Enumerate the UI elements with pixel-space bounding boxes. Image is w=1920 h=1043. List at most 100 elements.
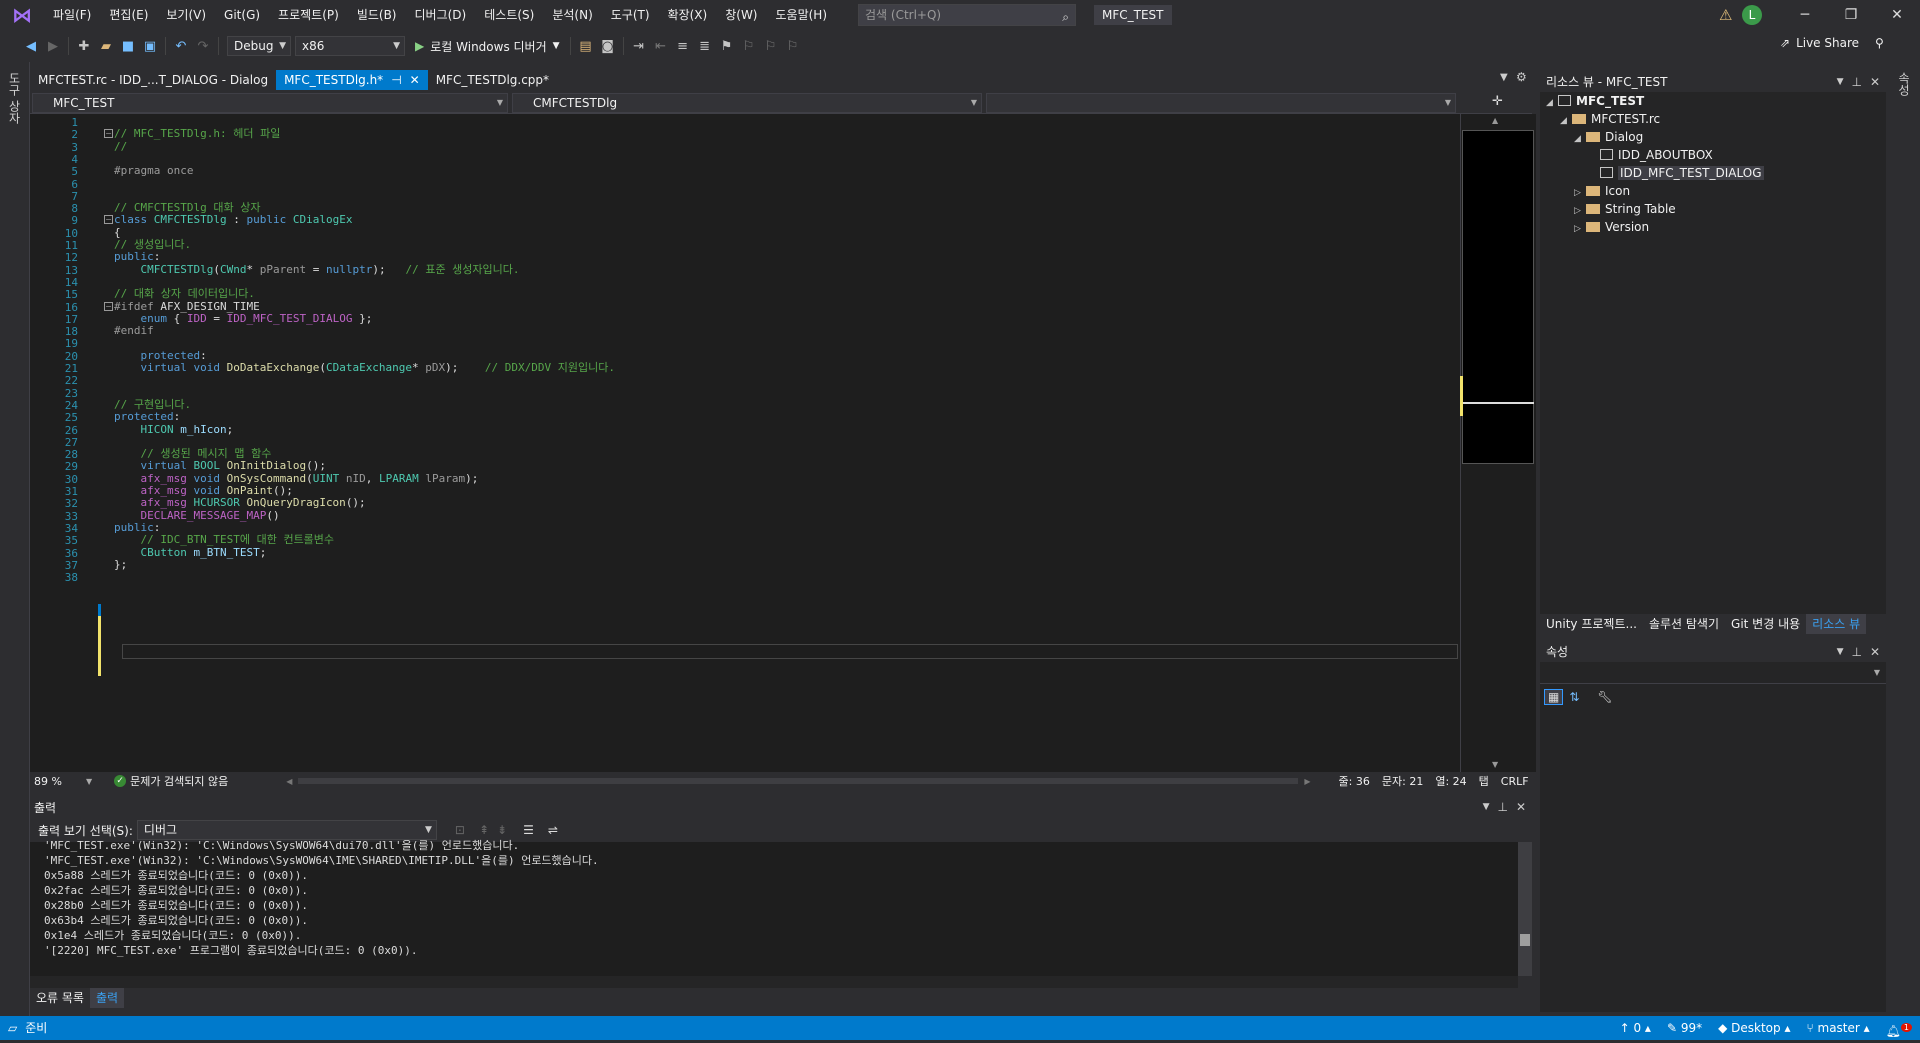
open-folder-icon[interactable]: ▰ [95,34,117,58]
h-scroll-left-icon[interactable]: ◀ [286,777,292,786]
h-scrollbar[interactable] [298,778,1299,784]
live-share-button[interactable]: ⇗ Live Share ⚲ [1780,36,1884,50]
pane-tab-1[interactable]: 솔루션 탐색기 [1643,614,1725,634]
code-line[interactable]: }; [114,557,127,572]
tree-node-version[interactable]: ▷ Version [1574,218,1649,236]
output-scroll-thumb[interactable] [1520,934,1530,946]
chevron-down-icon[interactable]: ▼ [1483,802,1490,812]
forward-icon[interactable]: ▶ [42,34,64,58]
tree-node-icon[interactable]: ▷ Icon [1574,182,1630,200]
output-source-select[interactable]: 디버그 ▼ [136,820,437,840]
outdent-icon[interactable]: ⇤ [650,34,672,58]
pin-icon[interactable]: ⊥ [1851,642,1861,662]
uncomment-icon[interactable]: ≣ [694,34,716,58]
feedback-icon[interactable]: ⚲ [1875,36,1884,50]
menu-item-12[interactable]: 도움말(H) [767,0,837,30]
tree-node-rc[interactable]: ◢ MFCTEST.rc [1560,110,1660,128]
save-all-icon[interactable]: ▣ [139,34,161,58]
start-debugging-button[interactable]: ▶ 로컬 Windows 디버거 ▼ [415,35,560,57]
next-bookmark-icon[interactable]: ⚐ [760,34,782,58]
tree-node-dialog[interactable]: ◢ Dialog [1574,128,1643,146]
property-pages-icon[interactable]: 🔧︎ [1597,690,1612,704]
expanded-icon[interactable]: ◢ [1546,94,1558,112]
output-text[interactable]: 'MFC_TEST.exe'(Win32): 'C:\Windows\SysWO… [30,839,1532,976]
clear-all-icon[interactable]: ☰ [523,823,534,837]
prev-message-icon[interactable]: ⇞ [479,823,489,837]
alphabetical-icon[interactable]: ⇅ [1569,690,1579,704]
pin-icon[interactable]: ⊥ [1851,72,1861,92]
new-project-icon[interactable]: ✚ [73,34,95,58]
tab-2[interactable]: MFC_TESTDlg.cpp* [428,70,557,90]
avatar[interactable]: L [1742,5,1762,25]
code-line[interactable]: virtual void DoDataExchange(CDataExchang… [114,360,616,375]
tab-0[interactable]: MFCTEST.rc - IDD_...T_DIALOG - Dialog [30,70,276,90]
pane-tab-0[interactable]: Unity 프로젝트... [1540,614,1643,634]
publish-indicator[interactable]: ↑ 0 ▴ [1612,1016,1659,1040]
prev-bookmark-icon[interactable]: ⚐ [738,34,760,58]
menu-item-6[interactable]: 디버그(D) [406,0,476,30]
code-line[interactable]: // [114,139,127,154]
class-scope-select[interactable]: CMFCTESTDlg ▼ [512,93,982,113]
close-icon[interactable]: ✕ [410,73,420,87]
pin-icon[interactable]: ⊣ [391,73,401,87]
platform-select[interactable]: x86 ▼ [295,36,405,56]
expanded-icon[interactable]: ◢ [1560,112,1572,130]
close-icon[interactable]: ✕ [1870,72,1880,92]
tree-node-root[interactable]: ◢ MFC_TEST [1546,92,1644,110]
chevron-down-icon[interactable]: ▼ [1837,642,1844,662]
tree-node-aboutbox[interactable]: IDD_ABOUTBOX [1600,146,1713,164]
find-message-icon[interactable]: ⊡ [455,823,465,837]
notifications-icon[interactable]: 🔔︎ 1 [1878,1016,1920,1040]
browse-icon[interactable]: ▤ [575,34,597,58]
close-icon[interactable]: ✕ [1870,642,1880,662]
properties-side-tab[interactable]: 속성 [1896,72,1913,96]
tab-1[interactable]: MFC_TESTDlg.h* ⊣ ✕ [276,70,428,90]
close-icon[interactable]: ✕ [1516,800,1526,814]
menu-item-11[interactable]: 창(W) [716,0,766,30]
pending-changes-indicator[interactable]: ✎ 99* [1659,1016,1710,1040]
h-scroll-right-icon[interactable]: ▶ [1304,777,1310,786]
fold-collapse-icon[interactable]: − [104,215,113,225]
save-icon[interactable]: ■ [117,34,139,58]
bookmark-icon[interactable]: ⚑ [716,34,738,58]
menu-item-7[interactable]: 테스트(S) [475,0,543,30]
close-icon[interactable]: ✕ [1874,0,1920,30]
gear-icon[interactable]: ⚙ [1516,70,1527,84]
fold-collapse-icon[interactable]: − [104,129,113,139]
zoom-level[interactable]: 89 % [34,775,78,788]
code-line[interactable]: class CMFCTESTDlg : public CDialogEx [114,212,352,227]
menu-item-5[interactable]: 빌드(B) [348,0,406,30]
redo-icon[interactable]: ↷ [192,34,214,58]
back-icon[interactable]: ◀ [20,34,42,58]
categorized-icon[interactable]: ▦ [1544,689,1564,705]
tab-indicator[interactable]: 탭 [1479,773,1489,789]
tab-dropdown-icon[interactable]: ▼ [1500,72,1508,83]
eol-indicator[interactable]: CRLF [1501,775,1529,788]
clear-bookmarks-icon[interactable]: ⚐ [782,34,804,58]
menu-item-3[interactable]: Git(G) [215,0,269,30]
code-line[interactable]: #endif [114,323,154,338]
pane-tab-2[interactable]: Git 변경 내용 [1725,614,1806,634]
warning-icon[interactable]: ⚠ [1719,6,1732,24]
minimap-viewport[interactable] [1462,130,1534,464]
configuration-select[interactable]: Debug ▼ [227,36,291,56]
next-message-icon[interactable]: ⇟ [497,823,507,837]
search-input[interactable]: 검색 (Ctrl+Q) ⌕ [858,4,1076,26]
menu-item-1[interactable]: 편집(E) [100,0,157,30]
minimize-icon[interactable]: ─ [1782,0,1828,30]
code-line[interactable]: #pragma once [114,163,193,178]
output-scrollbar[interactable] [1518,842,1532,976]
menu-item-10[interactable]: 확장(X) [659,0,717,30]
branch-indicator[interactable]: ⑂ master ▴ [1798,1016,1877,1040]
tree-node-main-dialog[interactable]: IDD_MFC_TEST_DIALOG [1600,164,1764,182]
pane-tab-3[interactable]: 리소스 뷰 [1806,614,1867,634]
menu-item-2[interactable]: 보기(V) [157,0,215,30]
collapsed-icon[interactable]: ▷ [1574,220,1586,238]
menu-item-0[interactable]: 파일(F) [44,0,100,30]
output-hscrollbar[interactable] [30,976,1518,988]
comment-icon[interactable]: ≡ [672,34,694,58]
menu-item-4[interactable]: 프로젝트(P) [269,0,348,30]
bottom-tab-0[interactable]: 오류 목록 [30,988,90,1008]
menu-item-9[interactable]: 도구(T) [602,0,659,30]
code-line[interactable]: HICON m_hIcon; [114,422,234,437]
